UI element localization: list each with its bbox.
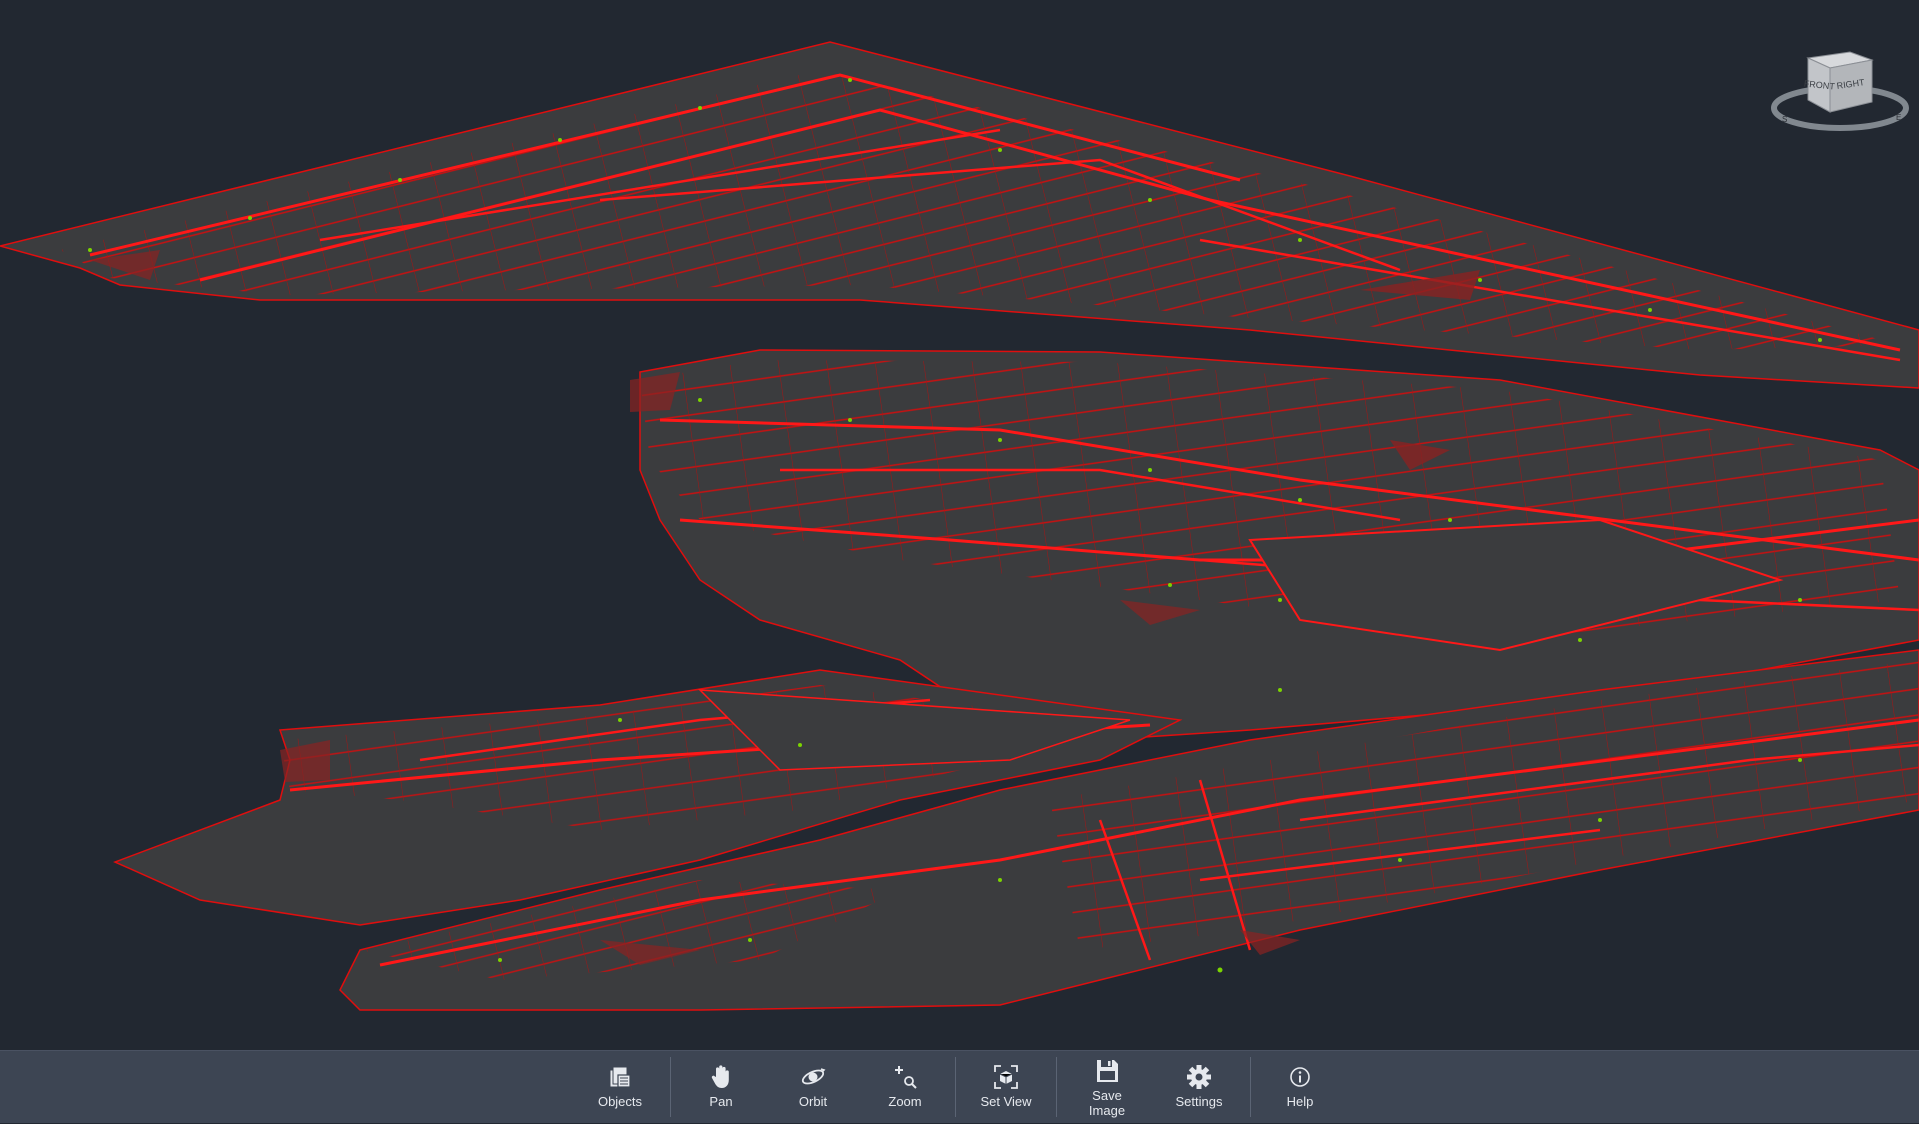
pan-hand-icon (711, 1065, 729, 1088)
viewcube-navigation[interactable]: FRONT RIGHT S E (1770, 40, 1910, 140)
save-image-button[interactable]: Save Image (1061, 1051, 1153, 1124)
zoom-label: Zoom (888, 1094, 922, 1109)
save-image-icon (1097, 1060, 1118, 1082)
zoom-button[interactable]: Zoom (859, 1051, 951, 1124)
compass-east-label: E (1896, 113, 1901, 122)
set-view-icon (994, 1065, 1018, 1089)
viewcube-cube[interactable]: FRONT RIGHT (1803, 51, 1874, 113)
3d-viewport[interactable]: FRONT RIGHT S E (0, 0, 1919, 1050)
orbit-label: Orbit (798, 1094, 828, 1109)
set-view-button[interactable]: Set View (960, 1051, 1052, 1124)
objects-icon (609, 1066, 631, 1088)
orbit-icon (801, 1068, 826, 1085)
pan-label: Pan (709, 1094, 733, 1109)
help-info-icon (1290, 1067, 1310, 1087)
help-button[interactable]: Help (1254, 1051, 1346, 1124)
objects-label: Objects (597, 1094, 643, 1109)
settings-button[interactable]: Settings (1153, 1051, 1245, 1124)
terrain-region-north (0, 41, 1919, 389)
site-surface-model[interactable] (0, 0, 1919, 1050)
save-image-label: Save Image (1088, 1088, 1126, 1118)
pan-button[interactable]: Pan (675, 1051, 767, 1124)
zoom-icon (895, 1066, 917, 1089)
set-view-label: Set View (980, 1094, 1032, 1109)
bottom-toolbar: Objects Pan Orbit Zoom Set View Save Ima… (0, 1050, 1919, 1123)
help-label: Help (1286, 1094, 1314, 1109)
settings-label: Settings (1175, 1094, 1223, 1109)
orbit-button[interactable]: Orbit (767, 1051, 859, 1124)
settings-gear-icon (1187, 1065, 1211, 1089)
compass-south-label: S (1782, 115, 1787, 124)
objects-button[interactable]: Objects (574, 1051, 666, 1124)
